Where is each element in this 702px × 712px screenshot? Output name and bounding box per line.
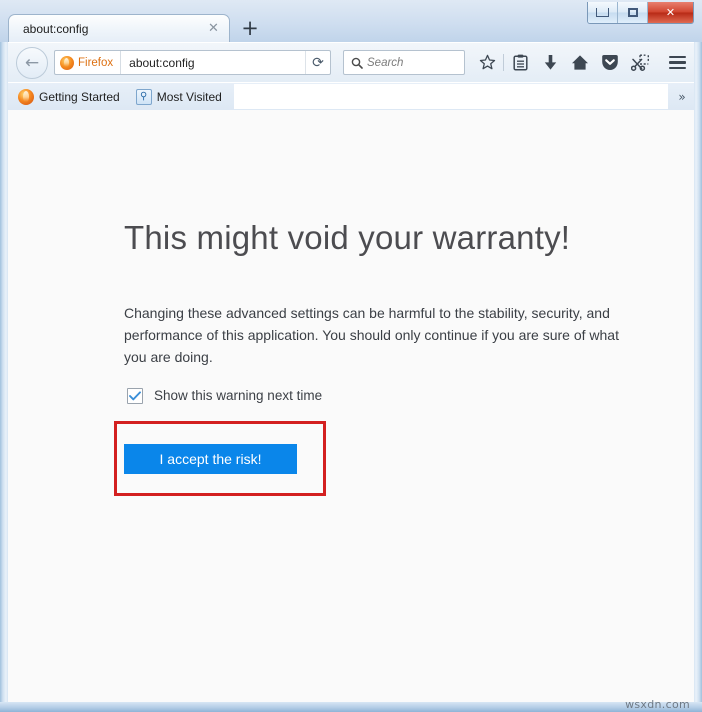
chevron-double-right-icon[interactable]: » (670, 84, 694, 110)
page-title: This might void your warranty! (124, 219, 571, 256)
show-warning-checkbox-label: Show this warning next time (154, 388, 323, 404)
window-border-left (0, 0, 8, 712)
accept-risk-button[interactable]: I accept the risk! (124, 444, 297, 474)
bookmark-label: Getting Started (39, 89, 120, 104)
firefox-logo-icon (18, 88, 34, 105)
navigation-toolbar: ← Firefox about:config ⟳ Search (8, 42, 694, 82)
show-warning-checkbox[interactable] (127, 387, 143, 404)
bookmark-most-visited[interactable]: ⚲ Most Visited (130, 86, 228, 108)
toolbar-separator (503, 54, 504, 71)
reload-icon[interactable]: ⟳ (305, 51, 330, 74)
firefox-logo-icon (60, 55, 74, 70)
url-input[interactable]: about:config (129, 56, 305, 70)
search-placeholder: Search (367, 56, 404, 69)
browser-window: about:config ✕ + ✕ ← Firefox about:confi… (0, 0, 702, 712)
bookmark-label: Most Visited (156, 89, 222, 104)
home-icon[interactable] (565, 48, 595, 78)
minimize-button[interactable] (588, 2, 618, 23)
pocket-icon[interactable] (595, 48, 625, 78)
page-content: This might void your warranty! Changing … (8, 110, 694, 702)
bookmark-star-icon[interactable] (472, 48, 502, 78)
menu-line-3 (668, 66, 686, 70)
menu-line-2 (668, 61, 686, 64)
most-visited-icon: ⚲ (135, 88, 152, 105)
maximize-icon (627, 8, 638, 17)
maximize-button[interactable] (618, 2, 648, 23)
minimize-icon (596, 8, 609, 17)
search-icon (351, 57, 363, 69)
downloads-icon[interactable] (535, 48, 565, 78)
window-caption-buttons: ✕ (587, 2, 694, 24)
tab-about-config[interactable]: about:config ✕ (8, 14, 230, 42)
about-config-warning: This might void your warranty! Changing … (8, 110, 694, 496)
new-tab-button[interactable]: + (233, 15, 267, 42)
identity-box[interactable]: Firefox (55, 51, 122, 74)
window-border-right (694, 0, 702, 712)
close-window-button[interactable]: ✕ (648, 2, 693, 23)
show-warning-checkbox-row[interactable]: Show this warning next time (127, 387, 694, 404)
toolbar-icon-group (472, 48, 655, 78)
identity-label: Firefox (78, 56, 114, 69)
screenshot-scissors-icon[interactable] (625, 48, 655, 78)
bookmarks-toolbar: Getting Started ⚲ Most Visited » (8, 82, 694, 110)
back-arrow-icon: ← (24, 52, 40, 73)
search-input[interactable]: Search (343, 50, 465, 75)
menu-line-1 (668, 55, 686, 59)
tab-strip: about:config ✕ + (8, 14, 267, 42)
checkmark-icon (129, 391, 141, 401)
warning-description: Changing these advanced settings can be … (124, 304, 619, 366)
close-window-icon: ✕ (665, 6, 676, 19)
close-icon[interactable]: ✕ (207, 22, 220, 35)
tab-label: about:config (23, 21, 89, 36)
window-border-bottom (0, 702, 702, 712)
watermark: wsxdn.com (625, 698, 690, 711)
bookmark-getting-started[interactable]: Getting Started (12, 86, 126, 108)
reader-list-icon[interactable] (505, 48, 535, 78)
hamburger-menu-icon[interactable] (661, 48, 693, 78)
address-bar[interactable]: Firefox about:config ⟳ (54, 50, 331, 75)
back-button[interactable]: ← (16, 46, 48, 79)
bookmarks-empty-space (233, 84, 668, 109)
title-bar: about:config ✕ + ✕ (0, 0, 702, 42)
